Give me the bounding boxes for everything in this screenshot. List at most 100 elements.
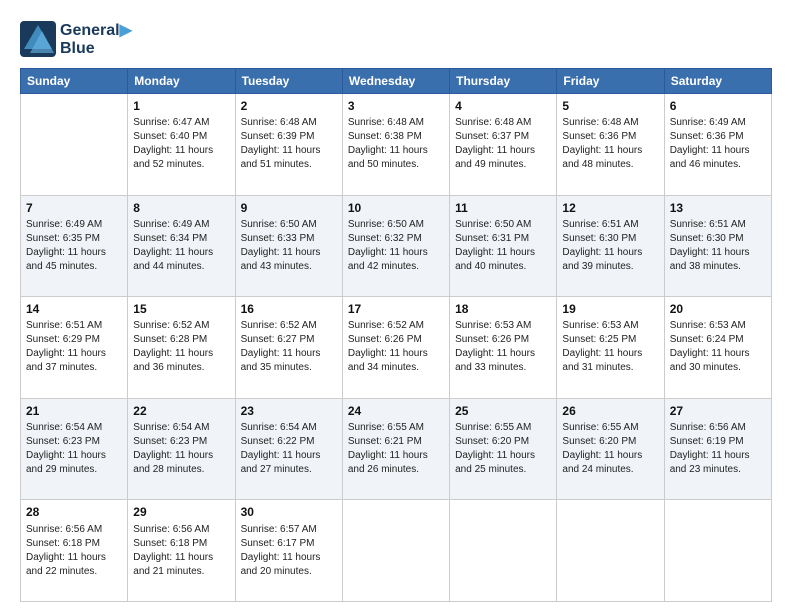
calendar-table: SundayMondayTuesdayWednesdayThursdayFrid… (20, 68, 772, 602)
calendar-header: SundayMondayTuesdayWednesdayThursdayFrid… (21, 69, 772, 94)
weekday-header-sunday: Sunday (21, 69, 128, 94)
day-number: 19 (562, 301, 658, 317)
week-row-4: 21 Sunrise: 6:54 AMSunset: 6:23 PMDayligh… (21, 398, 772, 500)
day-number: 1 (133, 98, 229, 114)
day-info: Sunrise: 6:48 AMSunset: 6:36 PMDaylight:… (562, 116, 658, 172)
weekday-header-monday: Monday (128, 69, 235, 94)
calendar-cell: 14 Sunrise: 6:51 AMSunset: 6:29 PMDayligh… (21, 297, 128, 399)
day-info: Sunrise: 6:56 AMSunset: 6:18 PMDaylight:… (26, 523, 122, 579)
day-number: 17 (348, 301, 444, 317)
calendar-cell: 11 Sunrise: 6:50 AMSunset: 6:31 PMDayligh… (450, 195, 557, 297)
calendar-cell: 28Sunrise: 6:56 AMSunset: 6:18 PMDayligh… (21, 500, 128, 602)
day-number: 14 (26, 301, 122, 317)
day-number: 6 (670, 98, 766, 114)
logo-icon (20, 21, 56, 57)
header: General▶ Blue (20, 20, 772, 58)
week-row-3: 14 Sunrise: 6:51 AMSunset: 6:29 PMDayligh… (21, 297, 772, 399)
calendar-cell (450, 500, 557, 602)
calendar-cell: 24 Sunrise: 6:55 AMSunset: 6:21 PMDayligh… (342, 398, 449, 500)
day-info: Sunrise: 6:52 AMSunset: 6:26 PMDaylight:… (348, 319, 444, 375)
calendar-cell: 5 Sunrise: 6:48 AMSunset: 6:36 PMDaylight… (557, 94, 664, 196)
calendar-cell: 10Sunrise: 6:50 AMSunset: 6:32 PMDayligh… (342, 195, 449, 297)
day-info: Sunrise: 6:52 AMSunset: 6:28 PMDaylight:… (133, 319, 229, 375)
weekday-row: SundayMondayTuesdayWednesdayThursdayFrid… (21, 69, 772, 94)
logo-line2: Blue (60, 40, 132, 58)
day-info: Sunrise: 6:51 AMSunset: 6:29 PMDaylight:… (26, 319, 122, 375)
day-number: 26 (562, 403, 658, 419)
weekday-header-wednesday: Wednesday (342, 69, 449, 94)
logo-text: General▶ Blue (60, 20, 132, 58)
day-number: 2 (241, 98, 337, 114)
calendar-cell: 12Sunrise: 6:51 AMSunset: 6:30 PMDayligh… (557, 195, 664, 297)
day-info: Sunrise: 6:53 AMSunset: 6:24 PMDaylight:… (670, 319, 766, 375)
day-info: Sunrise: 6:50 AMSunset: 6:31 PMDaylight:… (455, 218, 551, 274)
calendar-cell (664, 500, 771, 602)
day-info: Sunrise: 6:52 AMSunset: 6:27 PMDaylight:… (241, 319, 337, 375)
calendar-cell: 20 Sunrise: 6:53 AMSunset: 6:24 PMDayligh… (664, 297, 771, 399)
day-number: 7 (26, 200, 122, 216)
day-number: 23 (241, 403, 337, 419)
day-number: 3 (348, 98, 444, 114)
week-row-1: 1Sunrise: 6:47 AMSunset: 6:40 PMDaylight… (21, 94, 772, 196)
calendar-cell: 30Sunrise: 6:57 AMSunset: 6:17 PMDayligh… (235, 500, 342, 602)
calendar-cell: 7 Sunrise: 6:49 AMSunset: 6:35 PMDaylight… (21, 195, 128, 297)
day-info: Sunrise: 6:48 AMSunset: 6:38 PMDaylight:… (348, 116, 444, 172)
calendar-cell: 8 Sunrise: 6:49 AMSunset: 6:34 PMDaylight… (128, 195, 235, 297)
day-info: Sunrise: 6:49 AMSunset: 6:35 PMDaylight:… (26, 218, 122, 274)
day-info: Sunrise: 6:54 AMSunset: 6:23 PMDaylight:… (26, 421, 122, 477)
calendar-cell: 26Sunrise: 6:55 AMSunset: 6:20 PMDayligh… (557, 398, 664, 500)
day-number: 24 (348, 403, 444, 419)
day-info: Sunrise: 6:48 AMSunset: 6:37 PMDaylight:… (455, 116, 551, 172)
calendar-cell: 19 Sunrise: 6:53 AMSunset: 6:25 PMDayligh… (557, 297, 664, 399)
day-info: Sunrise: 6:50 AMSunset: 6:33 PMDaylight:… (241, 218, 337, 274)
day-number: 11 (455, 200, 551, 216)
calendar-cell (21, 94, 128, 196)
calendar-cell: 4Sunrise: 6:48 AMSunset: 6:37 PMDaylight… (450, 94, 557, 196)
day-number: 8 (133, 200, 229, 216)
calendar-cell: 2Sunrise: 6:48 AMSunset: 6:39 PMDaylight… (235, 94, 342, 196)
day-info: Sunrise: 6:53 AMSunset: 6:26 PMDaylight:… (455, 319, 551, 375)
day-info: Sunrise: 6:57 AMSunset: 6:17 PMDaylight:… (241, 523, 337, 579)
day-number: 29 (133, 504, 229, 520)
day-info: Sunrise: 6:56 AMSunset: 6:18 PMDaylight:… (133, 523, 229, 579)
day-number: 16 (241, 301, 337, 317)
weekday-header-saturday: Saturday (664, 69, 771, 94)
calendar-cell: 29 Sunrise: 6:56 AMSunset: 6:18 PMDayligh… (128, 500, 235, 602)
day-number: 5 (562, 98, 658, 114)
calendar-cell: 27 Sunrise: 6:56 AMSunset: 6:19 PMDayligh… (664, 398, 771, 500)
day-info: Sunrise: 6:55 AMSunset: 6:21 PMDaylight:… (348, 421, 444, 477)
day-info: Sunrise: 6:53 AMSunset: 6:25 PMDaylight:… (562, 319, 658, 375)
day-number: 18 (455, 301, 551, 317)
logo: General▶ Blue (20, 20, 132, 58)
day-info: Sunrise: 6:56 AMSunset: 6:19 PMDaylight:… (670, 421, 766, 477)
day-number: 27 (670, 403, 766, 419)
day-number: 15 (133, 301, 229, 317)
calendar-cell: 18 Sunrise: 6:53 AMSunset: 6:26 PMDayligh… (450, 297, 557, 399)
weekday-header-thursday: Thursday (450, 69, 557, 94)
calendar-cell: 9 Sunrise: 6:50 AMSunset: 6:33 PMDaylight… (235, 195, 342, 297)
calendar-cell: 13 Sunrise: 6:51 AMSunset: 6:30 PMDayligh… (664, 195, 771, 297)
logo-line1: General▶ (60, 20, 132, 40)
day-info: Sunrise: 6:55 AMSunset: 6:20 PMDaylight:… (455, 421, 551, 477)
day-info: Sunrise: 6:49 AMSunset: 6:34 PMDaylight:… (133, 218, 229, 274)
page: General▶ Blue SundayMondayTuesdayWednesd… (0, 0, 792, 612)
day-number: 9 (241, 200, 337, 216)
calendar-cell: 1Sunrise: 6:47 AMSunset: 6:40 PMDaylight… (128, 94, 235, 196)
week-row-2: 7 Sunrise: 6:49 AMSunset: 6:35 PMDaylight… (21, 195, 772, 297)
calendar-cell: 17 Sunrise: 6:52 AMSunset: 6:26 PMDayligh… (342, 297, 449, 399)
day-info: Sunrise: 6:49 AMSunset: 6:36 PMDaylight:… (670, 116, 766, 172)
calendar-cell: 22 Sunrise: 6:54 AMSunset: 6:23 PMDayligh… (128, 398, 235, 500)
day-number: 13 (670, 200, 766, 216)
day-info: Sunrise: 6:54 AMSunset: 6:22 PMDaylight:… (241, 421, 337, 477)
day-number: 20 (670, 301, 766, 317)
calendar-cell: 21 Sunrise: 6:54 AMSunset: 6:23 PMDayligh… (21, 398, 128, 500)
calendar-cell (342, 500, 449, 602)
weekday-header-friday: Friday (557, 69, 664, 94)
calendar-cell: 16 Sunrise: 6:52 AMSunset: 6:27 PMDayligh… (235, 297, 342, 399)
calendar-cell: 6 Sunrise: 6:49 AMSunset: 6:36 PMDaylight… (664, 94, 771, 196)
day-info: Sunrise: 6:54 AMSunset: 6:23 PMDaylight:… (133, 421, 229, 477)
day-number: 22 (133, 403, 229, 419)
day-info: Sunrise: 6:51 AMSunset: 6:30 PMDaylight:… (670, 218, 766, 274)
day-number: 21 (26, 403, 122, 419)
week-row-5: 28Sunrise: 6:56 AMSunset: 6:18 PMDayligh… (21, 500, 772, 602)
